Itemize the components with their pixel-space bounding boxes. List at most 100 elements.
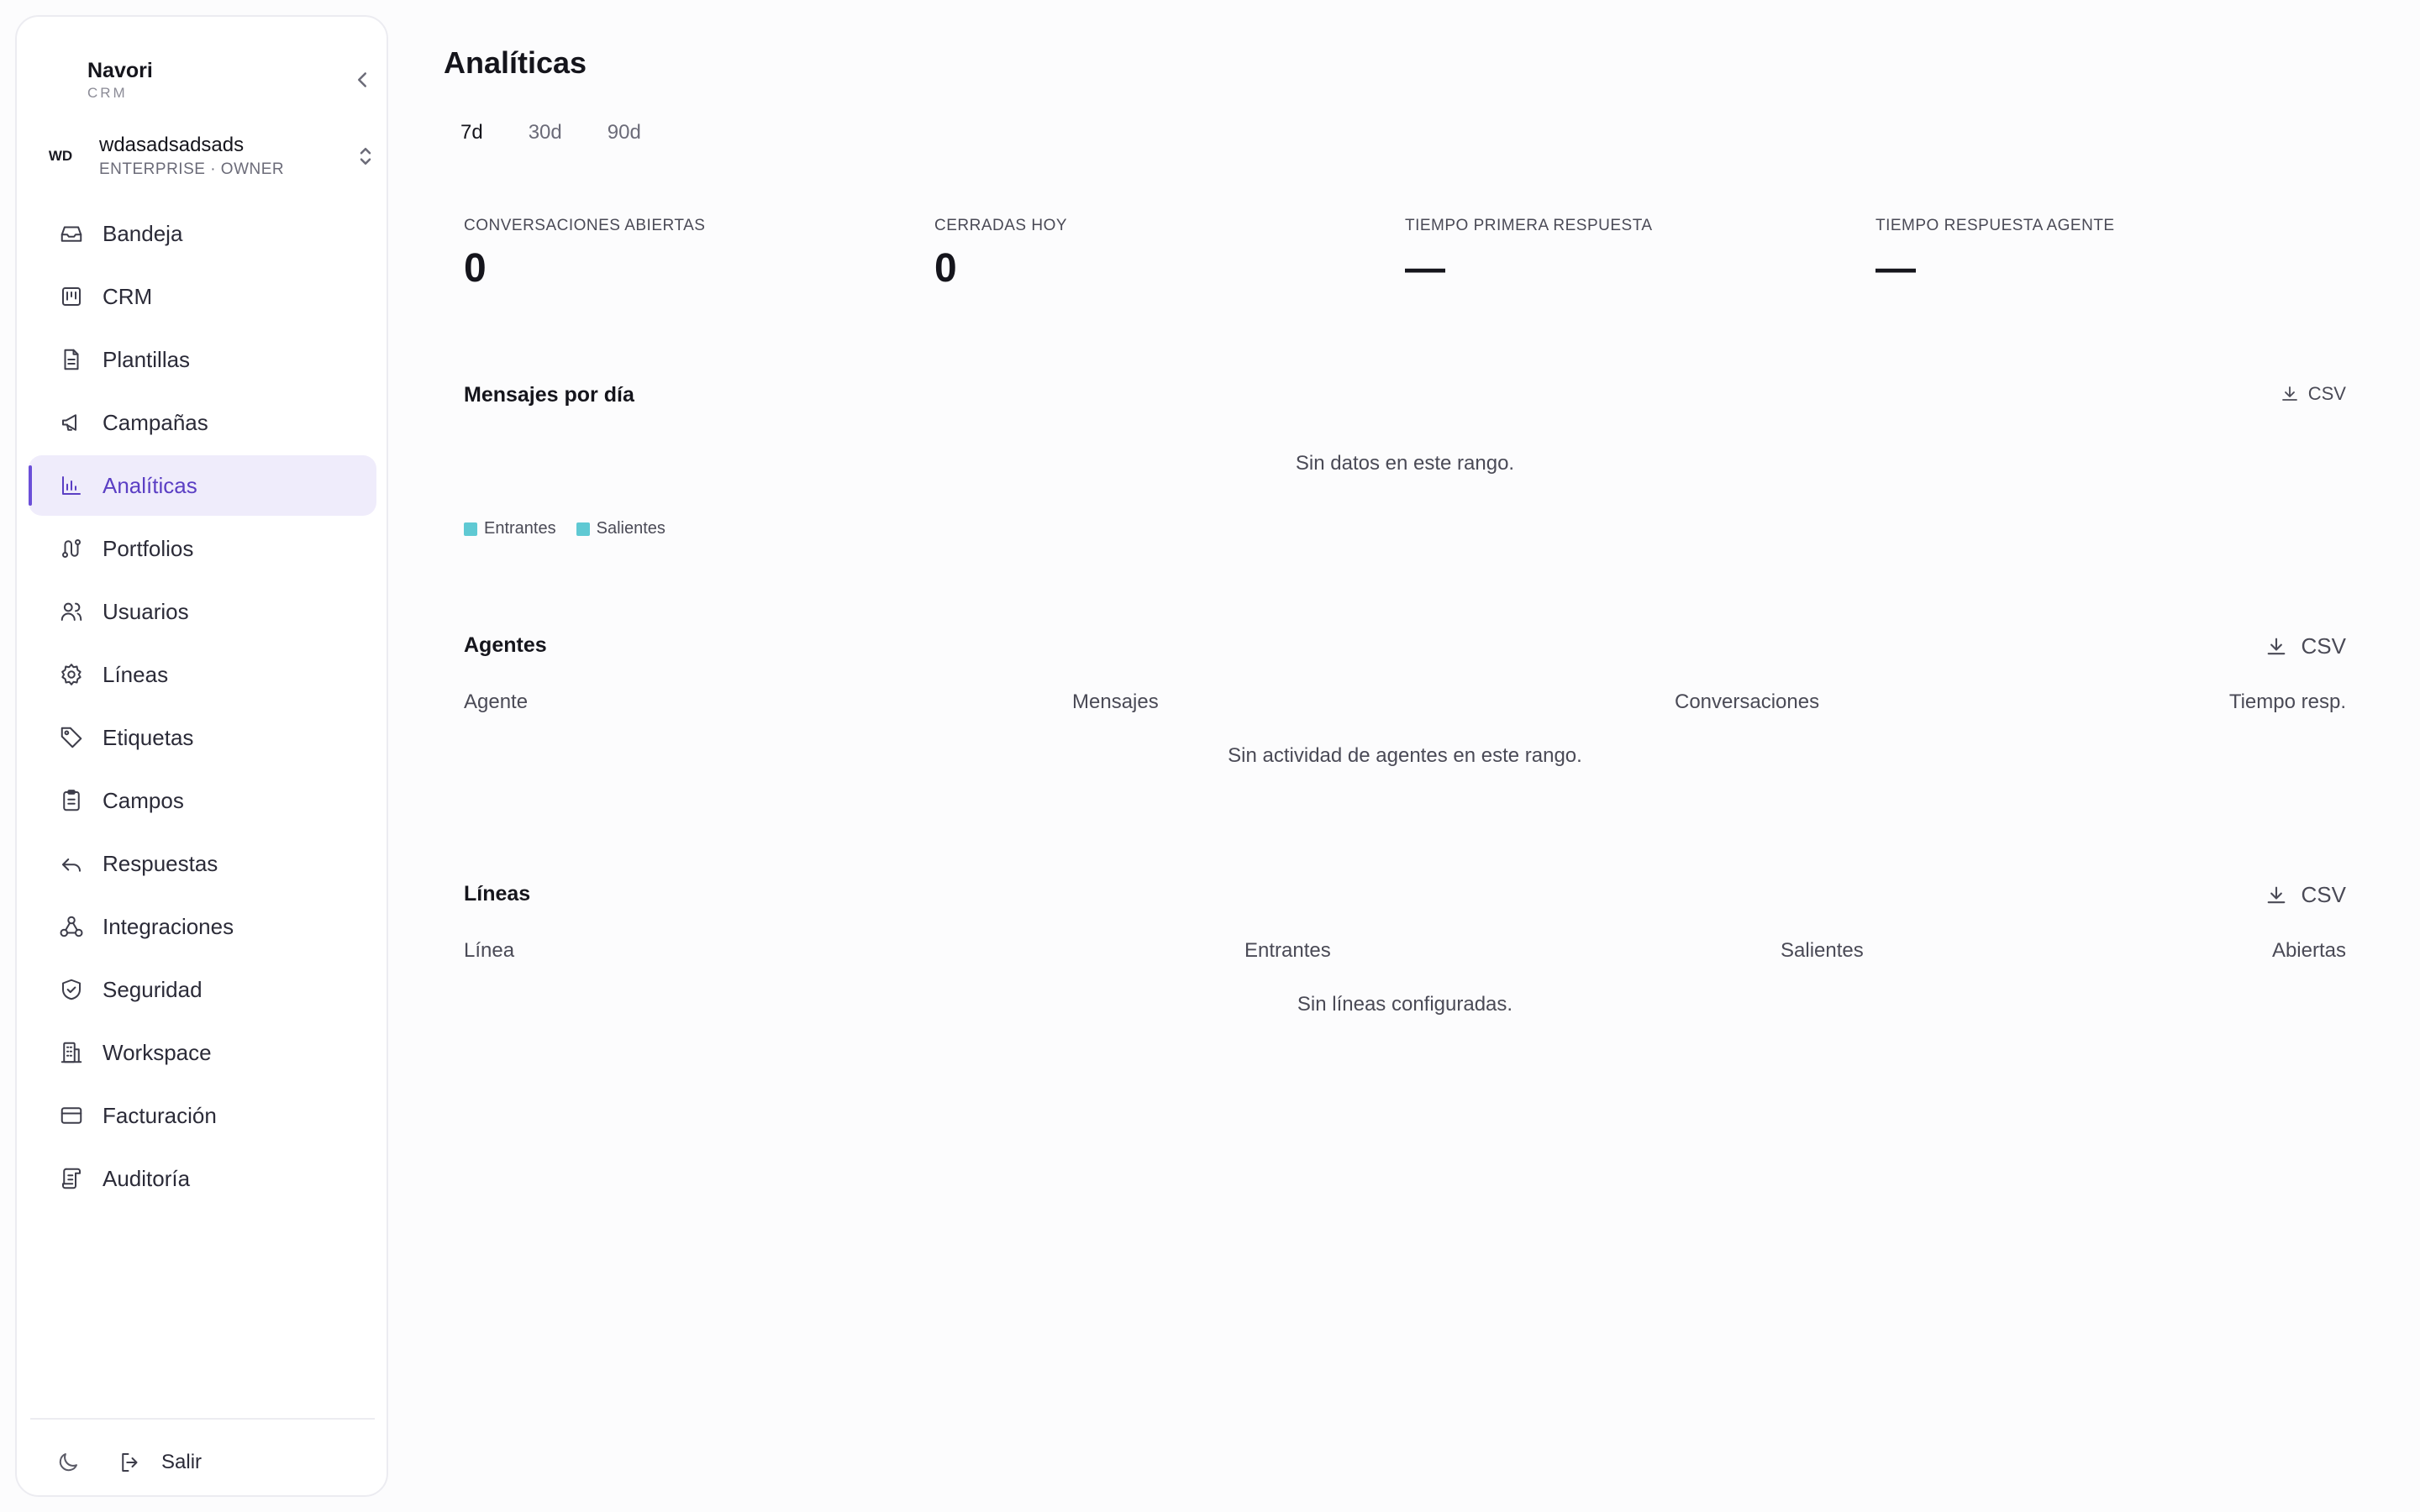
kpi-value: — [1405, 246, 1445, 291]
sidebar-item-label: Workspace [103, 1039, 212, 1065]
range-tab-90d[interactable]: 90d [591, 116, 658, 150]
sidebar-item-lineas[interactable]: Líneas [29, 644, 376, 705]
legend-item-entrantes: Entrantes [464, 519, 556, 538]
section-title: Agentes [464, 633, 547, 657]
csv-export-button[interactable]: CSV [2265, 633, 2346, 659]
agents-section: Agentes CSV Agente Mensajes Conversacion… [464, 633, 2346, 768]
sidebar-item-facturacion[interactable]: Facturación [29, 1085, 376, 1146]
legend-label: Entrantes [484, 519, 556, 538]
chart-legend: Entrantes Salientes [464, 519, 686, 538]
workspace-info: wdasadsadsads ENTERPRISE · OWNER [99, 134, 353, 179]
download-icon [2265, 635, 2288, 659]
sidebar-item-label: Analíticas [103, 472, 197, 498]
sidebar-item-label: Respuestas [103, 850, 218, 876]
messages-per-day-section: Mensajes por día CSV Sin datos en este r… [464, 383, 2346, 551]
kpi-row: CONVERSACIONES ABIERTAS 0 CERRADAS HOY 0… [464, 217, 2346, 291]
column-header-mensajes[interactable]: Mensajes [1072, 690, 1159, 714]
legend-swatch [576, 522, 590, 536]
sidebar-item-label: Integraciones [103, 913, 234, 939]
webhook-icon [59, 914, 84, 939]
tag-icon [59, 725, 84, 750]
sidebar-footer: Salir [30, 1418, 375, 1494]
column-header-entrantes[interactable]: Entrantes [1244, 939, 1331, 963]
brand-sub: CRM [87, 85, 128, 101]
page-title: Analíticas [444, 45, 587, 80]
section-title: Líneas [464, 882, 531, 906]
kpi-closed-today: CERRADAS HOY 0 [934, 217, 1405, 291]
kpi-label: CONVERSACIONES ABIERTAS [464, 217, 706, 234]
sidebar-item-label: Facturación [103, 1102, 217, 1128]
gear-icon [59, 662, 84, 687]
csv-export-button[interactable]: CSV [2280, 383, 2346, 405]
kpi-value: 0 [464, 246, 487, 291]
sidebar-item-campos[interactable]: Campos [29, 770, 376, 831]
sidebar-item-label: Campañas [103, 409, 208, 435]
sidebar-item-integraciones[interactable]: Integraciones [29, 896, 376, 957]
route-icon [59, 536, 84, 561]
sidebar-item-label: Usuarios [103, 598, 189, 624]
sidebar-item-label: CRM [103, 283, 153, 309]
sidebar-item-plantillas[interactable]: Plantillas [29, 329, 376, 390]
megaphone-icon [59, 410, 84, 435]
theme-toggle-button[interactable] [55, 1450, 81, 1475]
sidebar-item-seguridad[interactable]: Seguridad [29, 959, 376, 1020]
table-header: Agente Mensajes Conversaciones Tiempo re… [464, 690, 2346, 716]
logout-label: Salir [161, 1451, 203, 1473]
sidebar-item-campanas[interactable]: Campañas [29, 392, 376, 453]
scroll-icon [59, 1166, 84, 1191]
column-header-tiempo-resp[interactable]: Tiempo resp. [2229, 690, 2346, 714]
kpi-label: CERRADAS HOY [934, 217, 1068, 234]
reply-icon [59, 851, 84, 876]
sidebar-item-label: Bandeja [103, 220, 183, 246]
kpi-value: 0 [934, 246, 957, 291]
sidebar-item-label: Portfolios [103, 535, 194, 561]
shield-check-icon [59, 977, 84, 1002]
csv-label: CSV [2301, 882, 2346, 907]
column-header-salientes[interactable]: Salientes [1781, 939, 1864, 963]
kpi-agent-response-time: TIEMPO RESPUESTA AGENTE — [1876, 217, 2346, 291]
legend-item-salientes: Salientes [576, 519, 666, 538]
collapse-sidebar-button[interactable] [350, 67, 375, 92]
brand: Navori CRM [87, 59, 153, 102]
workspace-name: wdasadsadsads [99, 134, 245, 156]
empty-state: Sin líneas configuradas. [1297, 993, 1513, 1016]
kpi-value: — [1876, 246, 1916, 291]
lines-section: Líneas CSV Línea Entrantes Salientes Abi… [464, 882, 2346, 1016]
inbox-icon [59, 221, 84, 246]
sidebar-item-label: Auditoría [103, 1165, 191, 1191]
sidebar-item-analiticas[interactable]: Analíticas [29, 455, 376, 516]
logout-button[interactable]: Salir [118, 1450, 202, 1475]
column-header-linea[interactable]: Línea [464, 939, 514, 963]
sidebar: Navori CRM WD wdasadsadsads ENTERPRISE ·… [15, 15, 388, 1497]
column-header-abiertas[interactable]: Abiertas [2272, 939, 2346, 963]
workspace-plan: ENTERPRISE · OWNER [99, 160, 285, 178]
csv-export-button[interactable]: CSV [2265, 882, 2346, 908]
main-content: Analíticas 7d 30d 90d CONVERSACIONES ABI… [444, 0, 2376, 1512]
download-icon [2265, 884, 2288, 907]
workspace-switcher[interactable]: WD wdasadsadsads ENTERPRISE · OWNER [42, 128, 378, 185]
file-text-icon [59, 347, 84, 372]
csv-label: CSV [2301, 633, 2346, 659]
sidebar-item-workspace[interactable]: Workspace [29, 1022, 376, 1083]
range-tab-7d[interactable]: 7d [444, 116, 500, 150]
table-header: Línea Entrantes Salientes Abiertas [464, 939, 2346, 964]
empty-state: Sin actividad de agentes en este rango. [1228, 744, 1582, 767]
chevrons-up-down-icon [353, 144, 378, 169]
log-out-icon [118, 1450, 143, 1475]
clipboard-icon [59, 788, 84, 813]
sidebar-item-label: Plantillas [103, 346, 191, 372]
column-header-agente[interactable]: Agente [464, 690, 528, 714]
sidebar-item-crm[interactable]: CRM [29, 266, 376, 327]
download-icon [2280, 384, 2300, 404]
sidebar-item-usuarios[interactable]: Usuarios [29, 581, 376, 642]
column-header-conversaciones[interactable]: Conversaciones [1675, 690, 1819, 714]
sidebar-item-bandeja[interactable]: Bandeja [29, 203, 376, 264]
sidebar-item-portfolios[interactable]: Portfolios [29, 518, 376, 579]
sidebar-item-etiquetas[interactable]: Etiquetas [29, 707, 376, 768]
sidebar-item-respuestas[interactable]: Respuestas [29, 833, 376, 894]
sidebar-item-auditoria[interactable]: Auditoría [29, 1148, 376, 1209]
sidebar-item-label: Etiquetas [103, 724, 194, 750]
range-tab-30d[interactable]: 30d [512, 116, 579, 150]
section-title: Mensajes por día [464, 383, 634, 407]
sidebar-item-label: Campos [103, 787, 184, 813]
